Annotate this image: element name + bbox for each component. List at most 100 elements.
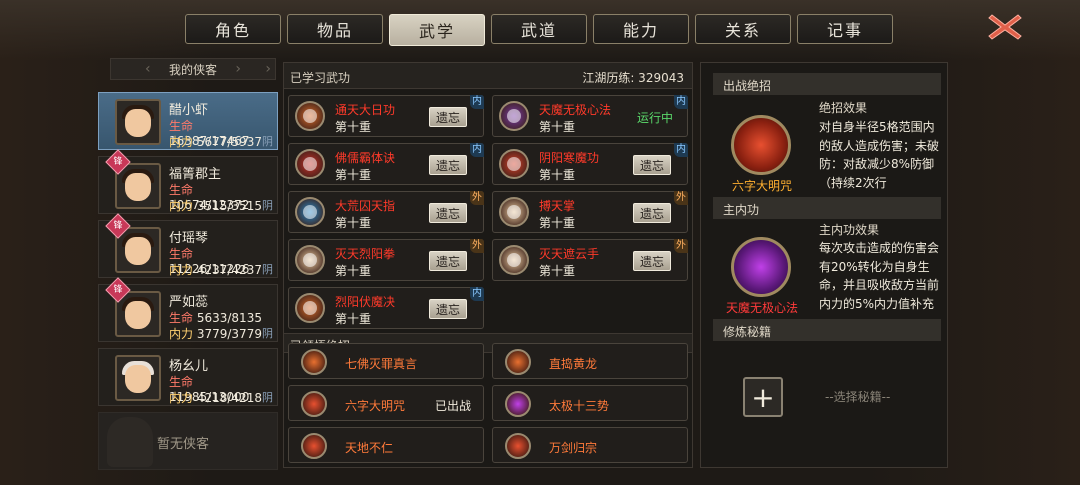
chevron-right-icon[interactable]: › [265,61,271,77]
hero-name: 福箐郡主 [169,167,222,182]
hero-name: 醋小虾 [169,103,209,118]
ultimate-name: 太极十三势 [549,399,610,413]
forget-button[interactable]: 遗忘 [633,203,671,223]
ultimate-name: 七佛灭罪真言 [345,357,418,371]
skill-type-badge: 内 [674,95,688,109]
hero-card[interactable]: 锋 付瑶琴 生命 11226/11226 内力 4237/4237 阴 [98,213,278,278]
hero-card[interactable]: 锋 福箐郡主 生命 10674/12372 内力 3515/3515 阴 [98,149,278,214]
hero-element: 阴 [262,391,273,404]
skill-card[interactable]: 阴阳寒魔功 第十重 遗忘内 [492,143,688,185]
skill-type-badge: 内 [470,143,484,157]
skill-icon [295,101,325,131]
chevron-right-icon[interactable]: › [235,61,241,77]
skill-card[interactable]: 天魔无极心法 第十重 运行中内 [492,95,688,137]
skill-name: 烈阳伏魔决 [335,295,396,309]
skill-level: 第十重 [335,264,372,278]
skills-header: 已学习武功 江湖历练: 329043 [284,63,692,89]
tab-martial-arts[interactable]: 武学 [389,14,485,46]
forget-button[interactable]: 遗忘 [429,155,467,175]
ultimate-icon [505,433,531,459]
skill-card[interactable]: 搏天掌 第十重 遗忘外 [492,191,688,233]
ultimate-card[interactable]: 直捣黄龙 [492,343,688,379]
skill-level: 第十重 [335,312,372,326]
hero-card[interactable]: 锋 严如蕊 生命 5633/8135 内力 3779/3779 阴 [98,277,278,342]
skill-card[interactable]: 灭天遮云手第十重 遗忘外 [492,239,688,281]
add-manual-button[interactable]: + [743,377,783,417]
ultimate-name: 天地不仁 [345,441,394,455]
internal-effect-title: 主内功效果 [819,223,880,237]
skill-name: 搏天掌 [539,199,576,213]
empty-hero-slot[interactable]: 暂无侠客 [98,412,278,470]
forget-button[interactable]: 遗忘 [429,299,467,319]
skill-icon [295,293,325,323]
internal-name: 天魔无极心法 [725,301,798,315]
skill-type-badge: 内 [470,95,484,109]
close-icon[interactable] [988,12,1022,42]
skill-name: 通天大日功 [335,103,396,117]
skill-name: 灭天遮云手 [539,247,600,261]
forget-button[interactable]: 遗忘 [429,203,467,223]
ultimate-name: 六字大明咒 [345,399,406,413]
skill-name: 大荒囚天指 [335,199,396,213]
tab-martial-way[interactable]: 武道 [491,14,587,44]
hero-mp: 内力 3515/3515 [169,199,262,213]
internal-effect-desc: 每次攻击造成的伤害会有20%转化为自身生命，并且吸收敌方当前内力的5%内力值补充… [819,241,940,311]
hero-mp: 内力 4237/4237 [169,263,262,277]
tab-role[interactable]: 角色 [185,14,281,44]
ultimate-card[interactable]: 万剑归宗 [492,427,688,463]
skill-card[interactable]: 灭天烈阳拳 第十重 遗忘外 [288,239,484,281]
forget-button[interactable]: 遗忘 [429,107,467,127]
avatar [115,99,161,145]
skill-card[interactable]: 烈阳伏魔决第十重 遗忘内 [288,287,484,329]
ultimate-card[interactable]: 天地不仁 [288,427,484,463]
exp-counter: 江湖历练: 329043 [582,71,684,85]
ultimate-icon [301,433,327,459]
skill-name: 灭天烈阳拳 [335,247,396,261]
chevron-left-icon[interactable]: ‹ [145,61,151,77]
tab-ability[interactable]: 能力 [593,14,689,44]
hero-mp: 内力 5677/5937 [169,135,262,149]
empty-slot-label: 暂无侠客 [157,437,210,452]
skill-card[interactable]: 佛儒霸体诀第十重 遗忘内 [288,143,484,185]
ultimate-card[interactable]: 太极十三势 [492,385,688,421]
forget-button[interactable]: 遗忘 [429,251,467,271]
skill-type-badge: 外 [674,239,688,253]
tab-bar: 角色 物品 武学 武道 能力 关系 记事 [185,14,893,46]
learned-label: 已学习武功 [290,71,351,85]
internal-emblem-icon[interactable] [731,237,791,297]
skill-icon [499,149,529,179]
hero-card[interactable]: 醋小虾 生命 16387/17467 内力 5677/5937 阴 [98,92,278,150]
skill-level: 第十重 [539,264,576,278]
hero-element: 阴 [262,199,273,212]
ultimate-card[interactable]: 六字大明咒 已出战 [288,385,484,421]
skill-level: 第十重 [335,120,372,134]
ultimate-icon [505,391,531,417]
hero-card[interactable]: 杨幺儿 生命 11985/13000 内力 4218/4218 阴 [98,348,278,406]
skill-level: 第十重 [335,168,372,182]
tab-journal[interactable]: 记事 [797,14,893,44]
forget-button[interactable]: 遗忘 [633,155,671,175]
skill-icon [499,197,529,227]
hero-name: 杨幺儿 [169,359,209,374]
hero-element: 阴 [262,263,273,276]
forget-button[interactable]: 遗忘 [633,251,671,271]
section-manual: 修炼秘籍 [713,319,941,341]
tab-relations[interactable]: 关系 [695,14,791,44]
ultimate-status: 已出战 [435,399,472,413]
skills-panel: 已学习武功 江湖历练: 329043 通天大日功 第十重 遗忘内天魔无极心法 第十重运… [283,62,693,468]
ultimate-card[interactable]: 七佛灭罪真言 [288,343,484,379]
select-manual-label[interactable]: --选择秘籍-- [825,388,890,405]
hero-element: 阴 [262,135,273,148]
skill-card[interactable]: 大荒囚天指 第十重 遗忘外 [288,191,484,233]
skill-card[interactable]: 通天大日功第十重 遗忘内 [288,95,484,137]
skill-type-badge: 内 [470,287,484,301]
skill-level: 第十重 [335,216,372,230]
detail-panel: 出战绝招 六字大明咒 绝招效果 对自身半径5格范围内的敌人造成伤害；未破防：对敌… [700,62,948,468]
skill-icon [499,245,529,275]
skill-name: 佛儒霸体诀 [335,151,396,165]
ultimate-emblem-icon[interactable] [731,115,791,175]
hero-name: 严如蕊 [169,295,209,310]
avatar [115,355,161,401]
skill-icon [295,245,325,275]
tab-items[interactable]: 物品 [287,14,383,44]
